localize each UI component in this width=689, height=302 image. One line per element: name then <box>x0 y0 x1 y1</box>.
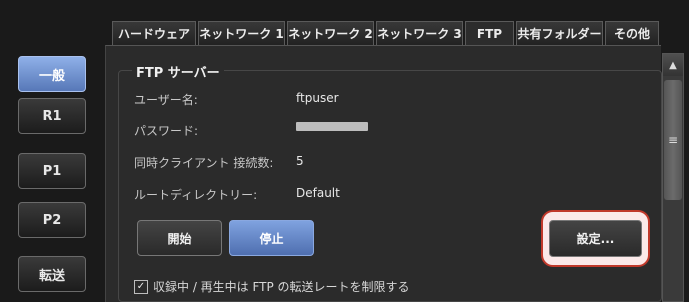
settings-button[interactable]: 設定... <box>549 220 642 257</box>
group-title: FTP サーバー <box>132 62 224 81</box>
tab-network-2[interactable]: ネットワーク 2 <box>287 21 374 45</box>
limit-transfer-row[interactable]: ✓ 収録中 / 再生中は FTP の転送レートを制限する <box>134 278 410 295</box>
tab-hardware[interactable]: ハードウェア <box>112 21 196 45</box>
scroll-up-arrow-icon[interactable]: ▲ <box>663 54 683 76</box>
password-masked-value <box>296 122 368 131</box>
start-button[interactable]: 開始 <box>137 220 222 256</box>
sidebar-item-transfer[interactable]: 転送 <box>18 256 86 292</box>
limit-transfer-label: 収録中 / 再生中は FTP の転送レートを制限する <box>153 280 410 294</box>
tab-shared-folder[interactable]: 共有フォルダー <box>516 21 603 45</box>
sidebar-item-general[interactable]: 一般 <box>18 56 86 92</box>
sidebar-item-p2[interactable]: P2 <box>18 202 86 238</box>
checkbox-checked-icon[interactable]: ✓ <box>134 279 148 294</box>
stop-button[interactable]: 停止 <box>229 220 314 256</box>
tab-bar: ハードウェア ネットワーク 1 ネットワーク 2 ネットワーク 3 FTP 共有… <box>112 21 661 45</box>
tab-other[interactable]: その他 <box>605 21 659 45</box>
username-value: ftpuser <box>296 91 339 105</box>
sidebar-item-p1[interactable]: P1 <box>18 153 86 189</box>
concurrent-clients-label: 同時クライアント 接続数: <box>134 156 274 170</box>
scroll-grip-icon: ≡ <box>667 133 679 147</box>
concurrent-clients-value: 5 <box>296 154 304 168</box>
root-directory-value: Default <box>296 186 340 200</box>
username-label: ユーザー名: <box>134 93 198 107</box>
password-label: パスワード: <box>134 124 199 138</box>
sidebar-item-r1[interactable]: R1 <box>18 98 86 134</box>
scroll-thumb[interactable]: ≡ <box>664 80 682 200</box>
root-directory-label: ルートディレクトリー: <box>134 188 258 202</box>
tab-ftp[interactable]: FTP <box>465 21 514 45</box>
tab-network-3[interactable]: ネットワーク 3 <box>376 21 463 45</box>
tab-network-1[interactable]: ネットワーク 1 <box>198 21 285 45</box>
